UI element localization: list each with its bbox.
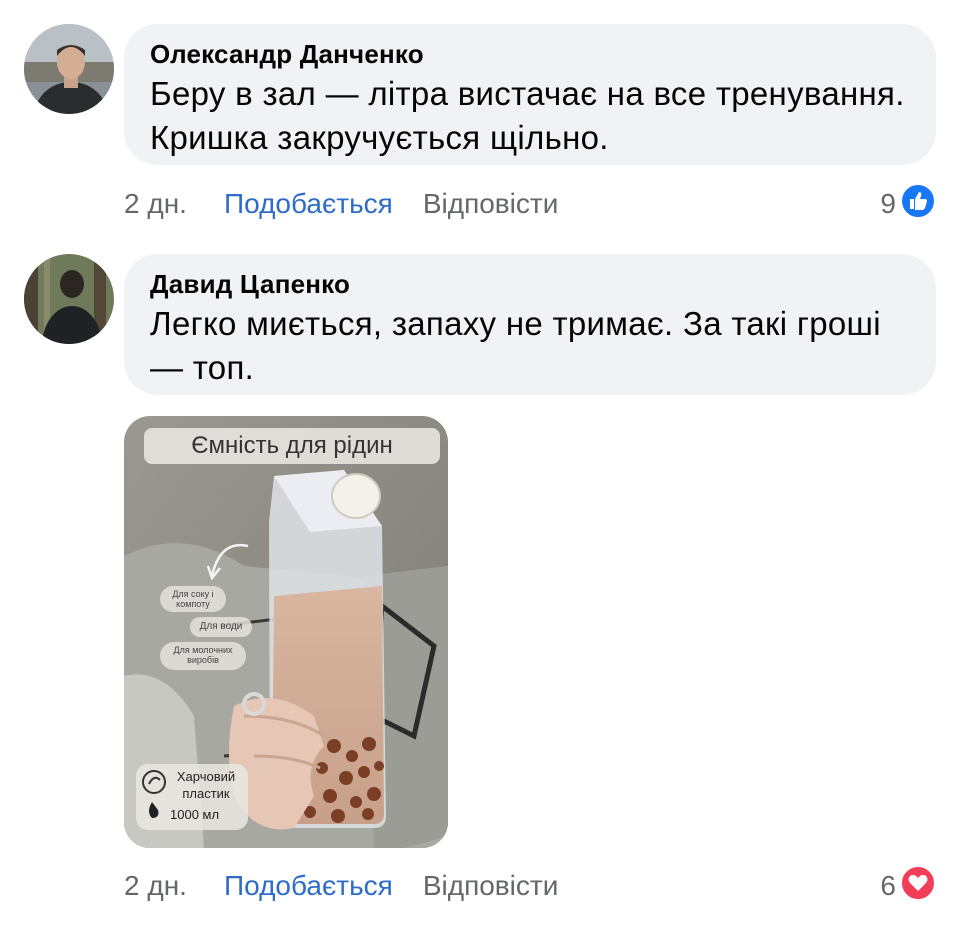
avatar[interactable] — [24, 24, 114, 114]
photo-volume: 1000 мл — [170, 807, 220, 822]
like-button[interactable]: Подобається — [224, 870, 393, 902]
reaction-count: 6 — [880, 870, 896, 901]
comment-actions: 2 дн. Подобається Відповісти 6 — [124, 864, 936, 908]
comment-time[interactable]: 2 дн. — [124, 870, 224, 902]
comment-bubble: Олександр Данченко Беру в зал — літра ви… — [124, 24, 936, 165]
attached-photo[interactable]: Ємність для рідин Для соку і компоту Для… — [124, 416, 448, 848]
photo-banner: Ємність для рідин — [191, 432, 393, 459]
like-icon — [900, 182, 936, 226]
reaction-summary[interactable]: 9 — [880, 182, 936, 226]
comment-author[interactable]: Давид Цапенко — [150, 268, 910, 300]
photo-tag: Для соку і компоту — [172, 589, 214, 609]
comment-author[interactable]: Олександр Данченко — [150, 38, 910, 70]
comment-bubble: Давид Цапенко Легко миється, запаху не т… — [124, 254, 936, 395]
reaction-summary[interactable]: 6 — [880, 864, 936, 908]
reply-button[interactable]: Відповісти — [423, 870, 559, 902]
like-button[interactable]: Подобається — [224, 188, 393, 220]
comment-text: Легко миється, запаху не тримає. За такі… — [150, 305, 881, 386]
photo-tag: Для води — [199, 621, 243, 632]
reply-button[interactable]: Відповісти — [423, 188, 559, 220]
photo-material: Харчовий пластик — [176, 769, 236, 801]
love-icon — [900, 864, 936, 908]
comment-time[interactable]: 2 дн. — [124, 188, 224, 220]
comment-text: Беру в зал — літра вистачає на все трену… — [150, 75, 905, 156]
comment-actions: 2 дн. Подобається Відповісти 9 — [124, 182, 936, 226]
avatar[interactable] — [24, 254, 114, 344]
reaction-count: 9 — [880, 188, 896, 219]
photo-tag: Для молочних виробів — [173, 645, 233, 665]
